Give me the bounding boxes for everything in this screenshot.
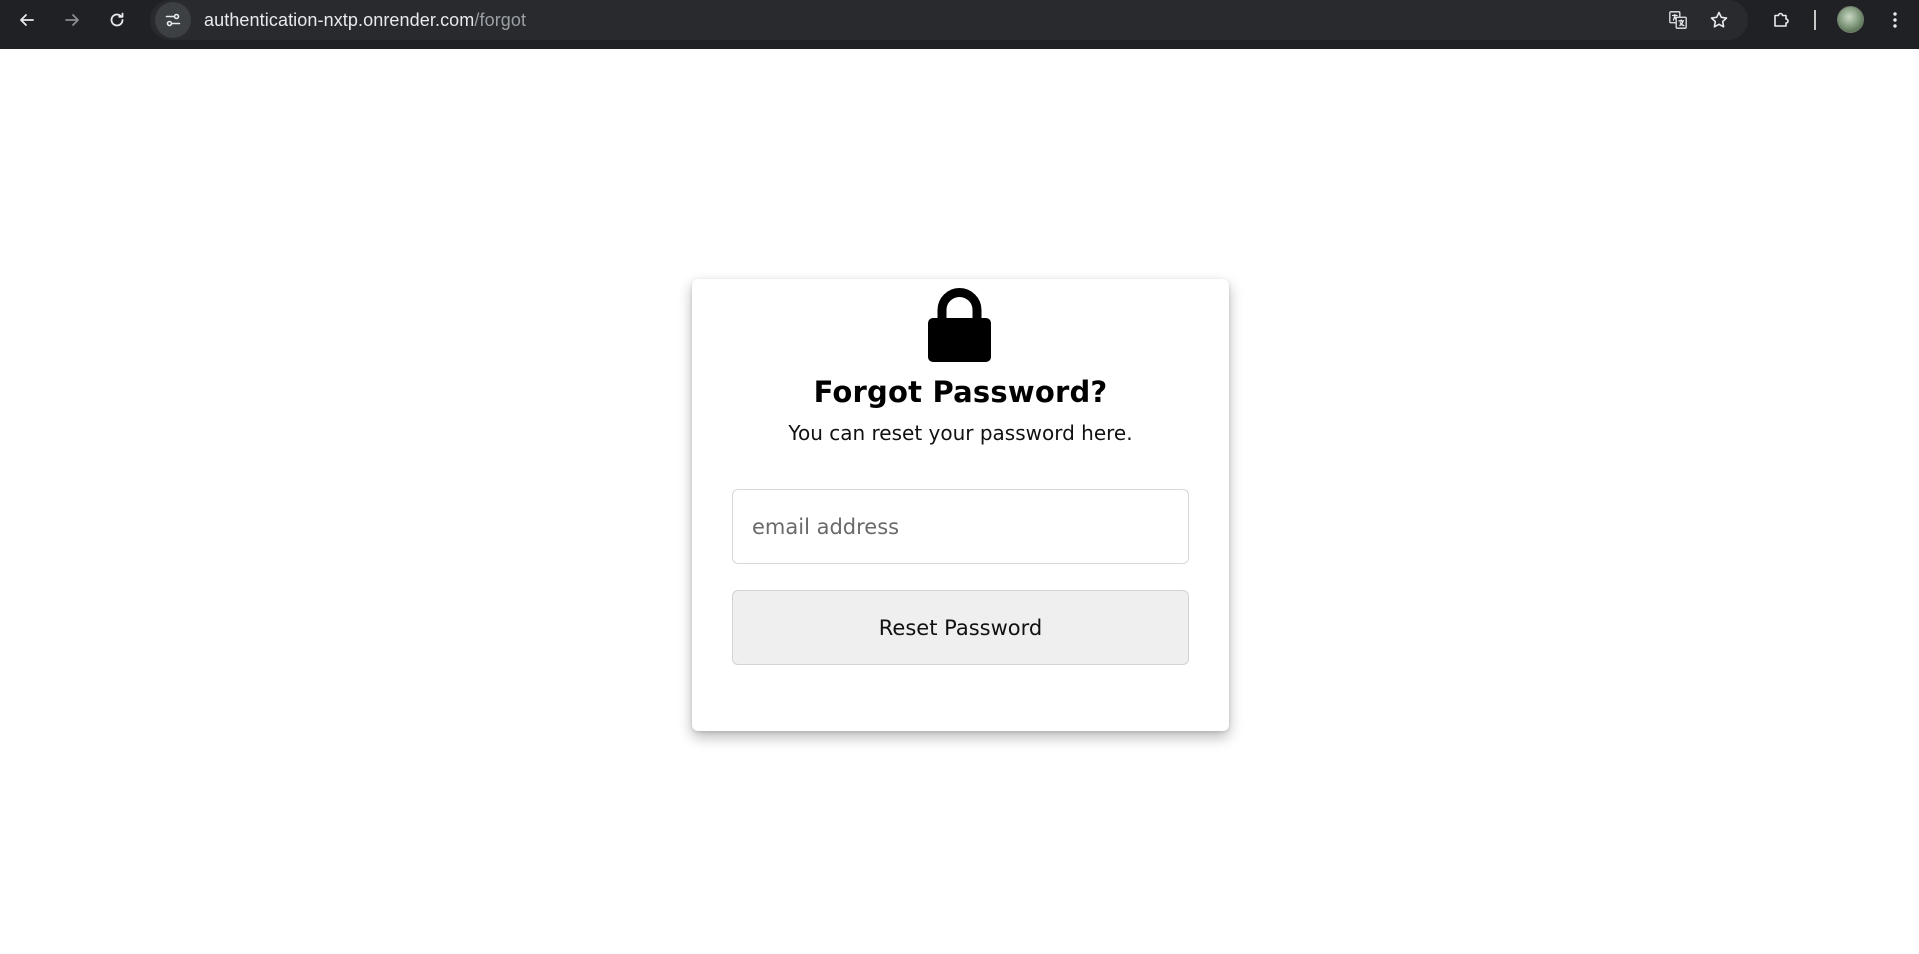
url-host: authentication-nxtp.onrender.com — [204, 9, 475, 30]
kebab-menu-icon — [1893, 12, 1897, 28]
forward-button[interactable] — [54, 0, 90, 40]
bookmark-button[interactable] — [1703, 0, 1735, 40]
reload-button[interactable] — [99, 0, 135, 40]
toolbar-divider — [1814, 10, 1816, 30]
forward-arrow-icon — [65, 14, 79, 26]
lock-icon — [928, 288, 991, 362]
browser-menu-button[interactable] — [1880, 0, 1910, 40]
page-title: Forgot Password? — [813, 375, 1108, 409]
reset-password-button[interactable]: Reset Password — [732, 590, 1189, 665]
page-subtitle: You can reset your password here. — [788, 421, 1133, 445]
site-info-button[interactable] — [155, 2, 191, 38]
extensions-button[interactable] — [1766, 0, 1798, 40]
browser-toolbar: authentication-nxtp.onrender.com/forgot — [0, 0, 1919, 49]
address-bar[interactable]: authentication-nxtp.onrender.com/forgot — [150, 0, 1748, 40]
url-text[interactable]: authentication-nxtp.onrender.com/forgot — [204, 10, 526, 31]
url-path: /forgot — [474, 9, 527, 30]
email-input[interactable] — [732, 489, 1189, 564]
forgot-password-card: Forgot Password? You can reset your pass… — [692, 279, 1229, 731]
tune-icon — [165, 13, 181, 27]
back-button[interactable] — [9, 0, 45, 40]
back-arrow-icon — [20, 14, 34, 26]
star-icon — [1710, 11, 1728, 28]
translate-button[interactable] — [1662, 0, 1694, 40]
reload-icon — [110, 12, 124, 27]
profile-avatar[interactable] — [1837, 6, 1864, 33]
translate-icon — [1669, 11, 1687, 29]
puzzle-icon — [1774, 12, 1789, 27]
